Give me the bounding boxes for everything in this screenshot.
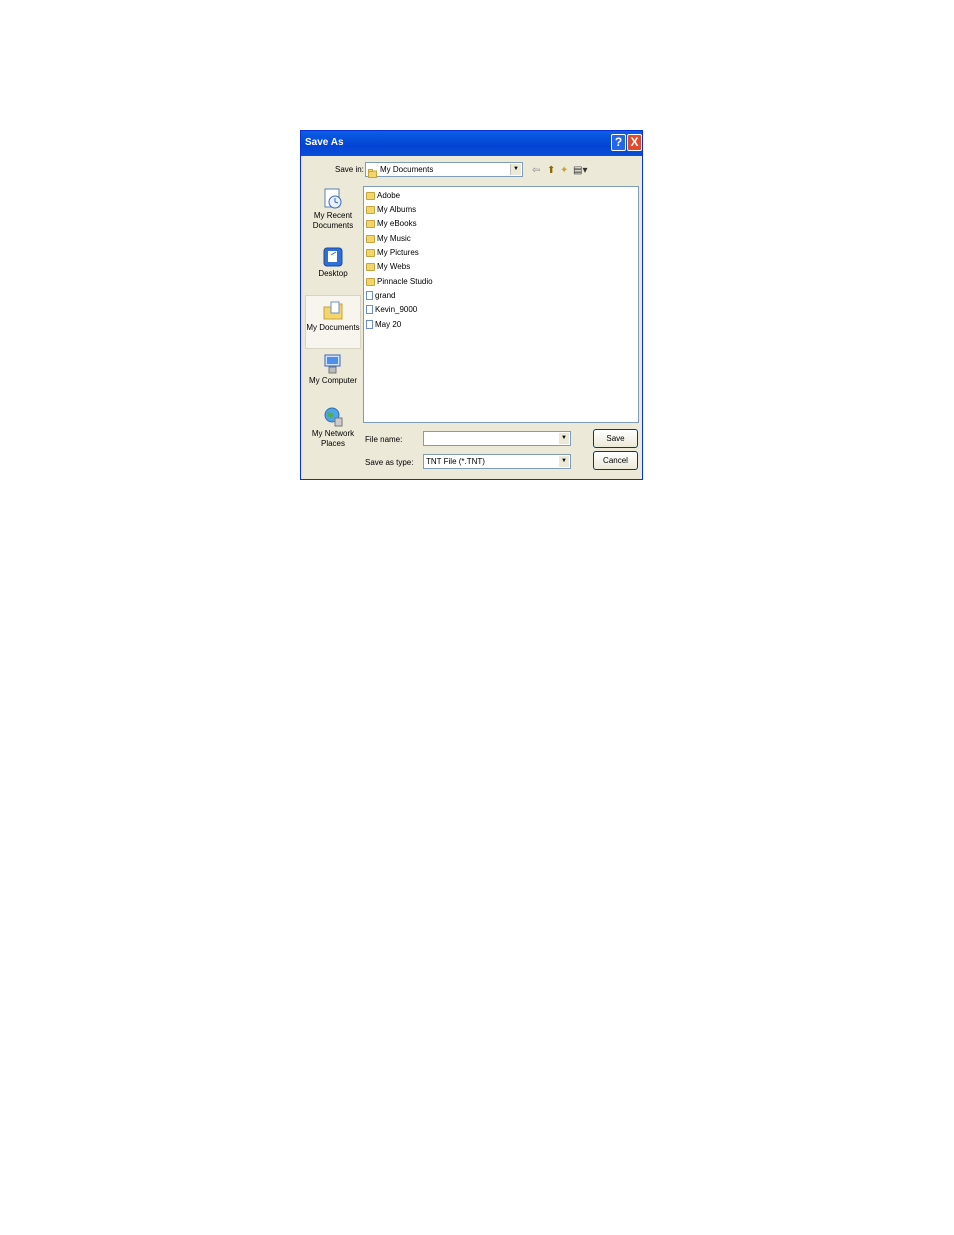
help-button[interactable]: ? (611, 134, 626, 151)
chevron-down-icon[interactable]: ▼ (559, 433, 569, 444)
save-as-type-select[interactable]: TNT File (*.TNT) ▼ (423, 454, 571, 469)
item-name: My Pictures (377, 248, 419, 257)
file-icon (366, 320, 373, 330)
list-item[interactable]: My Webs (366, 260, 410, 273)
folder-icon (366, 262, 375, 271)
places-bar: My Recent Documents Desktop My Documents… (305, 186, 361, 477)
my-computer-icon (322, 353, 344, 375)
place-label: My Recent Documents (312, 211, 354, 230)
item-name: My eBooks (377, 219, 417, 228)
list-item[interactable]: My Albums (366, 203, 416, 216)
close-button[interactable]: X (627, 134, 642, 151)
up-folder-icon[interactable]: ⬆ (547, 165, 555, 177)
folder-icon (368, 165, 377, 178)
list-item[interactable]: My Pictures (366, 246, 419, 259)
save-as-type-label: Save as type: (365, 458, 414, 467)
folder-icon (366, 219, 375, 228)
item-name: My Music (377, 234, 411, 243)
place-network-places[interactable]: My Network Places (305, 404, 361, 460)
list-item[interactable]: Adobe (366, 189, 400, 202)
list-item[interactable]: My eBooks (366, 217, 417, 230)
file-name-label: File name: (365, 435, 403, 444)
item-name: Kevin_9000 (375, 305, 418, 314)
item-name: My Albums (377, 205, 417, 214)
chevron-down-icon[interactable]: ▼ (559, 456, 569, 467)
views-menu-icon[interactable]: ▤▾ (573, 165, 587, 177)
item-name: grand (375, 291, 396, 300)
file-name-field[interactable]: ▼ (423, 431, 571, 446)
dialog-title: Save As (305, 137, 344, 148)
place-label: My Computer (308, 376, 357, 385)
file-icon (366, 291, 373, 301)
desktop-icon (322, 246, 344, 268)
item-name: My Webs (377, 262, 411, 271)
item-name: Adobe (377, 191, 401, 200)
place-label: Desktop (318, 269, 348, 278)
my-documents-icon (322, 300, 344, 322)
item-name: Pinnacle Studio (377, 277, 433, 286)
network-places-icon (322, 406, 344, 428)
place-my-documents[interactable]: My Documents (305, 295, 361, 349)
list-item[interactable]: Pinnacle Studio (366, 275, 433, 288)
cancel-button[interactable]: Cancel (593, 451, 638, 470)
save-in-value: My Documents (380, 165, 434, 174)
place-my-computer[interactable]: My Computer (305, 351, 361, 393)
save-as-dialog: Save As ? X Save in: My Documents ▼ ⇦ ⬆ … (300, 130, 643, 480)
file-icon (366, 305, 373, 315)
save-in-label: Save in: (335, 165, 364, 174)
save-button[interactable]: Save (593, 429, 638, 448)
recent-docs-icon (322, 188, 344, 210)
save-in-combo[interactable]: My Documents ▼ (365, 162, 523, 178)
folder-icon (366, 191, 375, 200)
pictures-folder-icon (366, 248, 375, 257)
file-list[interactable]: Adobe My Albums My eBooks My Music My Pi… (363, 186, 639, 423)
item-name: May 20 (375, 320, 402, 329)
folder-icon (366, 277, 375, 286)
music-folder-icon (366, 234, 375, 243)
chevron-down-icon[interactable]: ▼ (510, 164, 521, 175)
back-icon[interactable]: ⇦ (532, 165, 540, 177)
folder-icon (366, 205, 375, 214)
place-desktop[interactable]: Desktop (305, 244, 361, 284)
list-item[interactable]: My Music (366, 232, 411, 245)
title-bar[interactable]: Save As ? X (301, 131, 642, 156)
place-label: My Documents (306, 323, 360, 332)
list-item[interactable]: Kevin_9000 (366, 303, 417, 316)
list-item[interactable]: May 20 (366, 318, 401, 331)
save-as-type-value: TNT File (*.TNT) (426, 457, 485, 466)
place-label: My Network Places (311, 429, 355, 448)
list-item[interactable]: grand (366, 289, 395, 302)
new-folder-icon[interactable]: ✦ (560, 165, 568, 177)
place-recent-documents[interactable]: My Recent Documents (305, 186, 361, 242)
